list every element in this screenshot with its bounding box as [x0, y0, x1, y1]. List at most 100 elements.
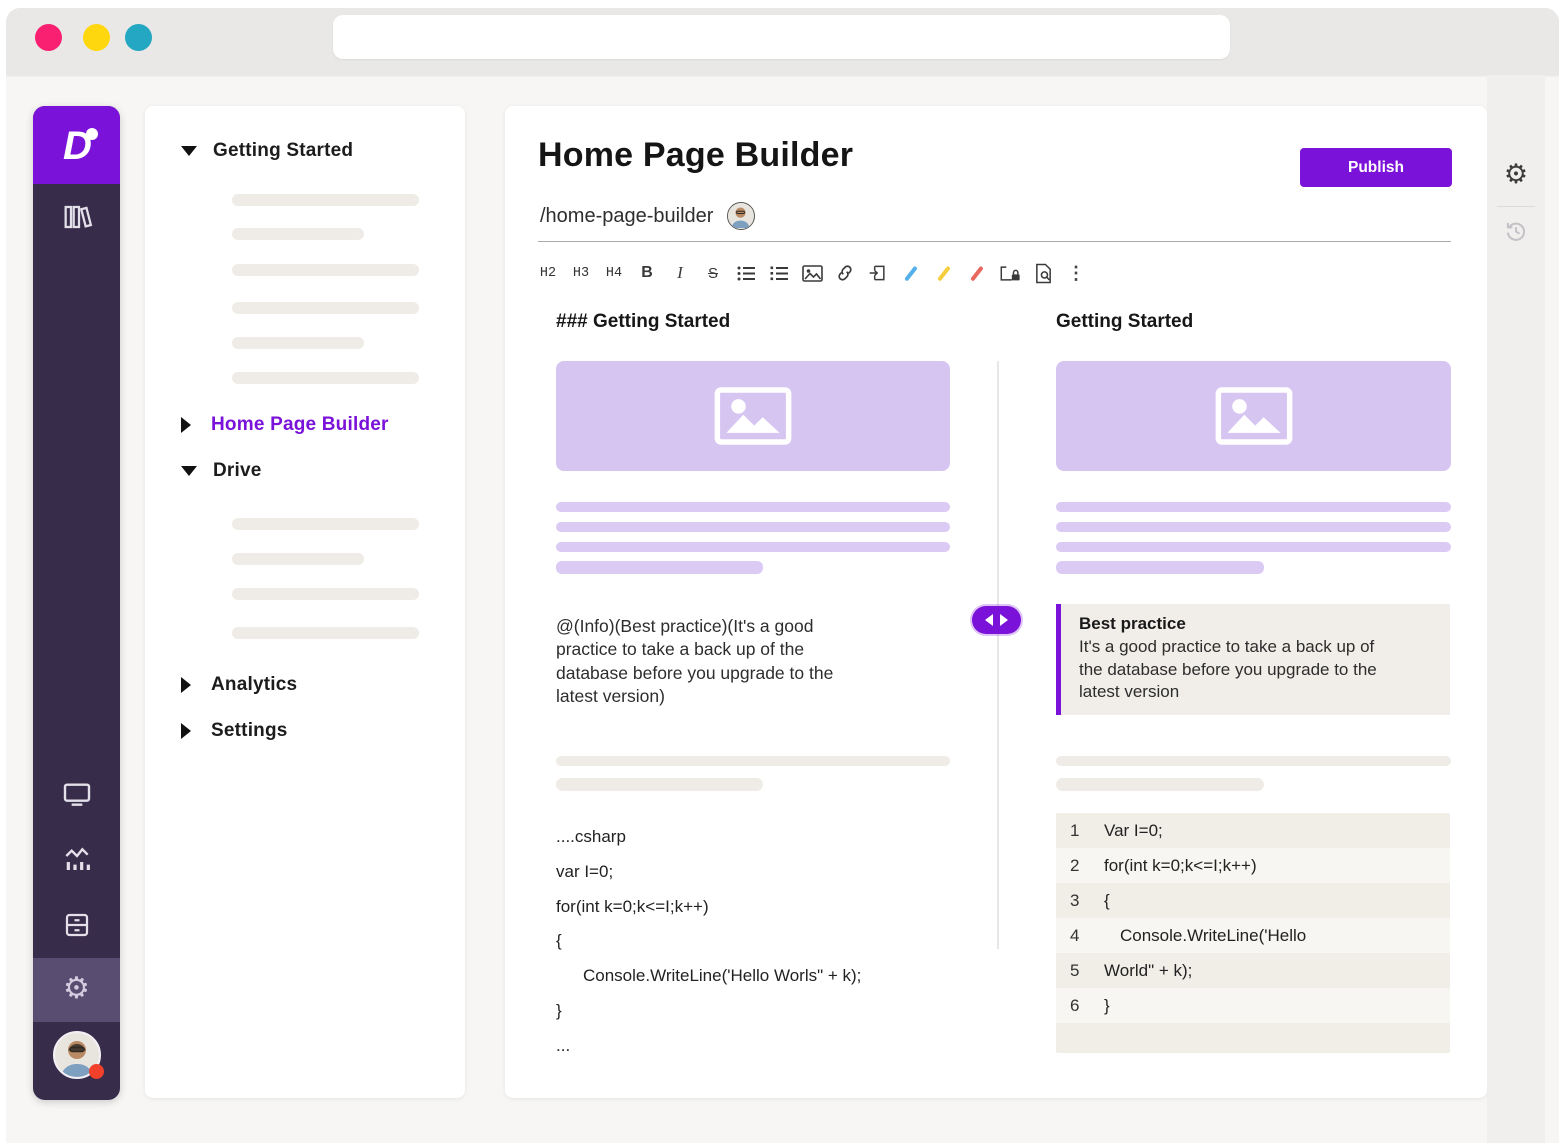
- browser-window: D: [6, 8, 1559, 1143]
- avatar-photo: [728, 203, 753, 228]
- tree-item-getting-started[interactable]: Getting Started: [181, 140, 353, 162]
- code-block-footer: [1056, 1023, 1450, 1053]
- insert-link-button[interactable]: [832, 259, 858, 287]
- tree-item-drive[interactable]: Drive: [181, 460, 262, 482]
- tree-item-home-page-builder[interactable]: Home Page Builder: [181, 414, 389, 436]
- tree-item-label: Analytics: [211, 674, 297, 696]
- sidebar-item-site[interactable]: [33, 778, 120, 810]
- app-logo[interactable]: D: [33, 106, 120, 184]
- code-line: 3 {: [1056, 883, 1450, 918]
- skeleton-bar: [1056, 502, 1451, 512]
- annotate-yellow-button[interactable]: [931, 259, 957, 287]
- heading3-button[interactable]: H3: [568, 259, 594, 287]
- ordered-list-button[interactable]: [766, 259, 792, 287]
- skeleton-bar: [556, 522, 950, 532]
- tree-item-label: Settings: [211, 720, 288, 742]
- pane-divider: [997, 361, 999, 949]
- contributor-avatar[interactable]: [727, 202, 755, 230]
- sidebar-item-drive[interactable]: [33, 910, 120, 940]
- analytics-chart-icon: [61, 844, 93, 876]
- callout-title: Best practice: [1079, 614, 1436, 634]
- private-block-button[interactable]: [997, 259, 1023, 287]
- tree-item-label: Drive: [213, 460, 262, 482]
- url-bar[interactable]: [333, 15, 1230, 59]
- arrow-left-icon: [985, 614, 993, 626]
- tree-item-label: Getting Started: [213, 140, 353, 162]
- insert-template-button[interactable]: [865, 259, 891, 287]
- annotate-blue-button[interactable]: [898, 259, 924, 287]
- strikethrough-button[interactable]: S: [700, 259, 726, 287]
- sidebar-item-library[interactable]: [33, 201, 120, 233]
- skeleton-bar: [232, 302, 419, 314]
- skeleton-bar: [1056, 542, 1451, 552]
- bullet-list-button[interactable]: [733, 259, 759, 287]
- sidebar-item-settings-active[interactable]: ⚙: [33, 958, 120, 1022]
- tree-item-analytics[interactable]: Analytics: [181, 674, 297, 696]
- image-placeholder-icon: [1215, 387, 1293, 445]
- browser-chrome: [6, 8, 1559, 75]
- library-books-icon: [61, 201, 93, 233]
- history-restore-icon: [1503, 218, 1529, 244]
- skeleton-bar: [232, 553, 364, 565]
- heading4-button[interactable]: H4: [601, 259, 627, 287]
- publish-button[interactable]: Publish: [1300, 148, 1452, 187]
- formatting-toolbar: H2 H3 H4 B I S: [535, 256, 1089, 290]
- article-slug-row: /home-page-builder: [540, 202, 755, 230]
- source-code-block: ....csharp var I=0; for(int k=0;k<=I;k++…: [556, 820, 861, 1064]
- image-icon: [802, 265, 823, 282]
- chevron-down-icon: [181, 466, 197, 476]
- tree-item-settings[interactable]: Settings: [181, 720, 288, 742]
- image-placeholder-icon: [714, 387, 792, 445]
- category-tree-panel: Getting Started Home Page Builder Drive …: [145, 106, 465, 1098]
- source-heading: ### Getting Started: [556, 311, 730, 333]
- split-resize-handle[interactable]: [972, 606, 1021, 634]
- chevron-right-icon: [181, 677, 191, 693]
- sidebar-item-analytics[interactable]: [33, 844, 120, 876]
- window-minimize-button[interactable]: [83, 24, 110, 51]
- header-divider: [538, 241, 1451, 242]
- monitor-icon: [61, 778, 93, 810]
- image-placeholder-block: [556, 361, 950, 471]
- drive-storage-icon: [62, 910, 92, 940]
- insert-image-button[interactable]: [799, 259, 825, 287]
- heading2-button[interactable]: H2: [535, 259, 561, 287]
- bullet-list-icon: [737, 265, 756, 282]
- skeleton-bar: [556, 756, 950, 766]
- image-placeholder-block: [1056, 361, 1451, 471]
- editor-panel: Home Page Builder /home-page-builder Pub…: [505, 106, 1487, 1098]
- skeleton-bar: [232, 372, 419, 384]
- article-settings-button[interactable]: ⚙: [1487, 159, 1545, 190]
- skeleton-bar: [556, 502, 950, 512]
- skeleton-bar: [232, 627, 419, 639]
- article-slug[interactable]: /home-page-builder: [540, 205, 713, 228]
- skeleton-bar: [1056, 756, 1451, 766]
- italic-button[interactable]: I: [667, 259, 693, 287]
- code-line: 4 Console.WriteLine('Hello: [1056, 918, 1450, 953]
- code-line: 6 }: [1056, 988, 1450, 1023]
- arrow-right-icon: [1000, 614, 1008, 626]
- settings-gear-icon: ⚙: [63, 974, 90, 1004]
- best-practice-callout: Best practice It's a good practice to ta…: [1056, 604, 1450, 715]
- bold-button[interactable]: B: [634, 259, 660, 287]
- source-callout-text: @(Info)(Best practice)(It's a good pract…: [556, 615, 916, 708]
- tree-item-label-selected: Home Page Builder: [211, 414, 389, 436]
- window-zoom-button[interactable]: [125, 24, 152, 51]
- skeleton-bar: [232, 518, 419, 530]
- yellow-pen-icon: [937, 265, 950, 281]
- preview-heading: Getting Started: [1056, 311, 1193, 333]
- version-history-button[interactable]: [1503, 218, 1529, 244]
- utility-rail: ⚙: [1487, 75, 1545, 1143]
- skeleton-bar: [232, 588, 419, 600]
- code-line: 1 Var I=0;: [1056, 813, 1450, 848]
- preview-code-block: 1 Var I=0; 2 for(int k=0;k<=I;k++) 3 { 4…: [1056, 813, 1450, 1053]
- skeleton-bar: [232, 228, 364, 240]
- chevron-right-icon: [181, 723, 191, 739]
- more-options-button[interactable]: ⋮: [1063, 259, 1089, 287]
- window-close-button[interactable]: [35, 24, 62, 51]
- insert-template-icon: [868, 263, 888, 283]
- doc-preview-button[interactable]: [1030, 259, 1056, 287]
- link-icon: [835, 263, 855, 283]
- annotate-red-button[interactable]: [964, 259, 990, 287]
- lock-frame-icon: [999, 264, 1021, 283]
- rail-divider: [1497, 206, 1535, 207]
